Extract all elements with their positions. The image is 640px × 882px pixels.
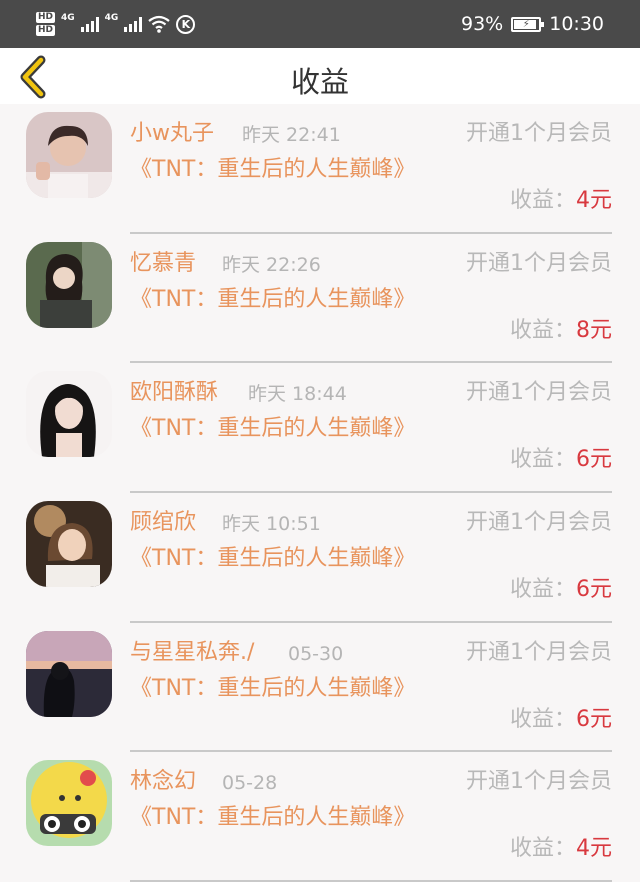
- book-title[interactable]: 《TNT：重生后的人生巅峰》: [130, 154, 420, 186]
- earnings-amount: 4元: [576, 836, 612, 862]
- user-name[interactable]: 忆慕青: [130, 250, 196, 278]
- avatar[interactable]: [26, 241, 112, 328]
- user-name[interactable]: 欧阳酥酥: [130, 379, 218, 407]
- earnings: 收益：6元: [510, 705, 612, 735]
- earnings-label: 收益：: [509, 836, 576, 862]
- hd-indicators: HD HD: [36, 12, 56, 36]
- earnings-record[interactable]: 欧阳酥酥 昨天 18:44 开通1个月会员《TNT：重生后的人生巅峰》收益：6元: [0, 363, 640, 494]
- earnings-label: 收益：: [509, 317, 576, 343]
- earnings: 收益：6元: [510, 445, 612, 475]
- clock: 10:30: [549, 13, 604, 35]
- avatar[interactable]: [26, 371, 112, 458]
- nav-bar: 收益: [0, 48, 640, 104]
- earnings-record[interactable]: 顾绾欣 昨天 10:51 开通1个月会员《TNT：重生后的人生巅峰》收益：6元: [0, 493, 640, 623]
- book-title[interactable]: 《TNT：重生后的人生巅峰》: [130, 673, 420, 705]
- earnings-label: 收益：: [509, 188, 576, 213]
- earnings-amount: 6元: [576, 706, 612, 732]
- avatar[interactable]: [26, 760, 112, 847]
- battery-percent: 93%: [461, 13, 504, 35]
- charging-icon: ⚡: [522, 18, 530, 30]
- avatar[interactable]: [26, 630, 112, 717]
- timestamp: 05-30: [288, 642, 344, 665]
- earnings: 收益：8元: [510, 316, 612, 346]
- signal-icon: [80, 16, 99, 32]
- timestamp: 05-28: [222, 772, 278, 795]
- hd-badge: HD: [36, 25, 56, 36]
- status-left: HD HD 4G 4G K: [36, 12, 196, 36]
- timestamp: 昨天 10:51: [222, 513, 321, 536]
- membership-plan: 开通1个月会员: [466, 769, 612, 795]
- book-title[interactable]: 《TNT：重生后的人生巅峰》: [130, 543, 420, 575]
- timestamp: 昨天 22:26: [222, 253, 321, 276]
- earnings-record[interactable]: 忆慕青 昨天 22:26 开通1个月会员《TNT：重生后的人生巅峰》收益：8元: [0, 234, 640, 364]
- book-title[interactable]: 《TNT：重生后的人生巅峰》: [130, 284, 420, 316]
- earnings-amount: 6元: [576, 447, 612, 473]
- earnings: 收益：6元: [510, 575, 612, 605]
- user-name[interactable]: 林念幻: [130, 768, 196, 796]
- earnings-amount: 4元: [576, 188, 612, 213]
- earnings-record[interactable]: 与星星私奔./ 05-30 开通1个月会员《TNT：重生后的人生巅峰》收益：6元: [0, 623, 640, 753]
- earnings-amount: 6元: [576, 577, 612, 603]
- battery-icon: ⚡: [511, 16, 545, 32]
- earnings: 收益：4元: [510, 834, 612, 864]
- status-bar: HD HD 4G 4G K 93% ⚡ 10:30: [0, 0, 640, 48]
- earnings: 收益：4元: [510, 186, 612, 216]
- k-app-icon: K: [176, 14, 196, 34]
- book-title[interactable]: 《TNT：重生后的人生巅峰》: [130, 802, 420, 834]
- earnings-record[interactable]: 林念幻 05-28 开通1个月会员《TNT：重生后的人生巅峰》收益：4元: [0, 752, 640, 882]
- earnings-label: 收益：: [509, 447, 576, 473]
- wifi-icon: [148, 15, 171, 33]
- page-title: 收益: [290, 65, 349, 99]
- user-name[interactable]: 小w丸子: [130, 120, 214, 148]
- avatar[interactable]: [26, 501, 112, 588]
- membership-plan: 开通1个月会员: [466, 510, 612, 536]
- earnings-amount: 8元: [576, 317, 612, 343]
- network-type-label: 4G: [61, 13, 75, 23]
- network-type-label: 4G: [104, 13, 119, 23]
- membership-plan: 开通1个月会员: [466, 250, 612, 276]
- user-name[interactable]: 与星星私奔./: [130, 639, 254, 667]
- book-title[interactable]: 《TNT：重生后的人生巅峰》: [130, 413, 420, 445]
- earnings-label: 收益：: [509, 706, 576, 732]
- earnings-list: 小w丸子 昨天 22:41 开通1个月会员 《TNT：重生后的人生巅峰》 收益：4元 忆慕…: [0, 104, 640, 882]
- timestamp: 昨天 18:44: [248, 383, 347, 406]
- earnings-label: 收益：: [509, 577, 576, 603]
- membership-plan: 开通1个月会员: [466, 121, 612, 146]
- status-right: 93% ⚡ 10:30: [461, 13, 604, 35]
- hd-badge: HD: [36, 12, 56, 23]
- earnings-record[interactable]: 小w丸子 昨天 22:41 开通1个月会员《TNT：重生后的人生巅峰》收益：4元: [0, 104, 640, 234]
- avatar[interactable]: [26, 112, 112, 198]
- user-name[interactable]: 顾绾欣: [130, 509, 196, 537]
- membership-plan: 开通1个月会员: [466, 380, 612, 406]
- timestamp: 昨天 22:41: [242, 124, 341, 146]
- membership-plan: 开通1个月会员: [466, 639, 612, 665]
- signal-icon: [124, 16, 143, 32]
